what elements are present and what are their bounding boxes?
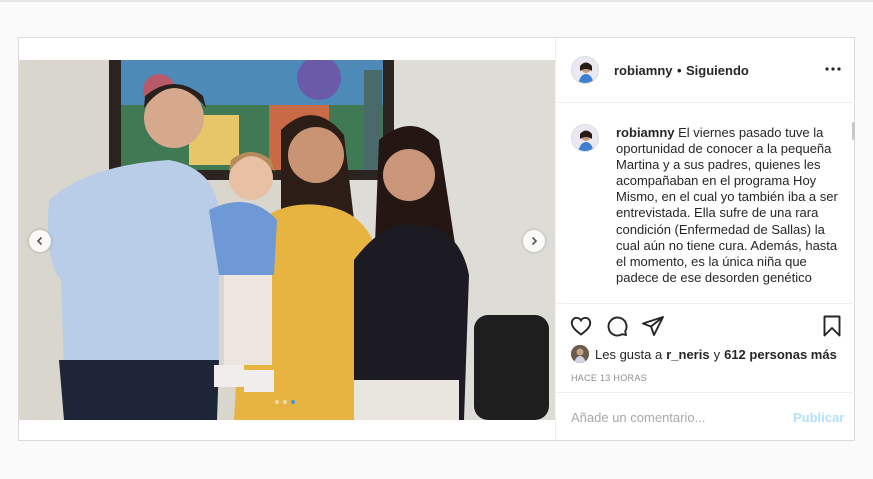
likes-count[interactable]: 612 personas más <box>724 347 837 362</box>
liker-avatar-image <box>571 345 589 363</box>
liker-avatar[interactable] <box>571 345 589 363</box>
caption-body: El viernes pasado tuve la oportunidad de… <box>616 125 838 285</box>
carousel-dot <box>275 400 279 404</box>
carousel-indicator <box>275 400 295 404</box>
post-photo[interactable] <box>19 60 555 420</box>
next-slide-button[interactable] <box>523 230 545 252</box>
chevron-right-icon <box>531 236 538 246</box>
post-header: robiamny • Siguiendo <box>556 38 855 103</box>
caption-text: robiamny El viernes pasado tuve la oport… <box>616 125 840 286</box>
chevron-left-icon <box>36 236 43 246</box>
following-button[interactable]: Siguiendo <box>686 63 749 78</box>
post-modal: robiamny • Siguiendo robiamny El viernes… <box>18 37 855 441</box>
caption-scrollbar[interactable] <box>852 122 855 140</box>
avatar-image <box>572 125 598 151</box>
likes-prefix: Les gusta a <box>595 346 663 362</box>
actions-section: Les gusta a r_neris y 612 personas más H… <box>556 303 855 393</box>
share-icon[interactable] <box>641 314 665 338</box>
post-timestamp[interactable]: HACE 13 HORAS <box>571 373 647 383</box>
comment-icon[interactable] <box>605 314 629 338</box>
publish-button[interactable]: Publicar <box>793 410 844 425</box>
liker-username[interactable]: r_neris <box>666 347 709 362</box>
likes-conjunction: y <box>713 346 721 362</box>
caption-avatar[interactable] <box>571 124 599 152</box>
carousel-dot-active <box>291 400 295 404</box>
comment-input[interactable]: Añade un comentario... <box>571 410 705 425</box>
caption-section: robiamny El viernes pasado tuve la oport… <box>556 104 855 303</box>
avatar[interactable] <box>571 56 599 84</box>
caption-username[interactable]: robiamny <box>616 125 675 140</box>
separator-dot: • <box>677 63 682 78</box>
likes-summary: Les gusta a r_neris y 612 personas más <box>571 345 841 363</box>
avatar-image <box>572 57 598 83</box>
group-photo <box>19 60 555 420</box>
previous-slide-button[interactable] <box>29 230 51 252</box>
top-divider <box>0 0 873 2</box>
bookmark-icon[interactable] <box>820 314 844 338</box>
post-sidebar: robiamny • Siguiendo robiamny El viernes… <box>555 38 855 440</box>
carousel-dot <box>283 400 287 404</box>
more-options-icon[interactable] <box>824 60 842 78</box>
header-username[interactable]: robiamny <box>614 63 673 78</box>
heart-icon[interactable] <box>569 314 593 338</box>
